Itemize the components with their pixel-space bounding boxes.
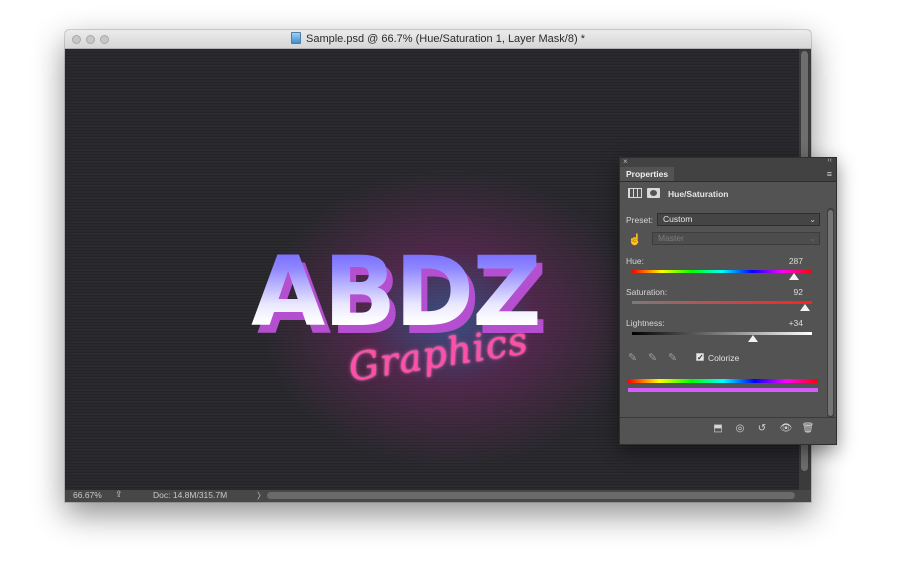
preset-value: Custom (663, 214, 693, 224)
channel-select[interactable]: Master ⌄ (652, 232, 820, 245)
collapse-icon[interactable]: ‹‹ (827, 157, 832, 164)
saturation-slider-track[interactable] (632, 301, 812, 304)
tab-properties[interactable]: Properties (620, 167, 675, 181)
panel-footer-divider (620, 417, 836, 418)
reset-icon[interactable]: ↺ (754, 422, 770, 436)
saturation-label: Saturation: (626, 287, 668, 297)
eyedropper-icon[interactable]: ✎ (628, 351, 637, 364)
window-title: Sample.psd @ 66.7% (Hue/Saturation 1, La… (65, 32, 811, 45)
eyedropper-minus-icon[interactable]: ✎ (668, 351, 677, 364)
chevron-down-icon: ⌄ (809, 215, 816, 224)
hue-slider-thumb[interactable] (788, 273, 799, 280)
colorize-checkbox[interactable]: ✓ (696, 353, 704, 362)
panel-header[interactable]: × ‹‹ (620, 157, 836, 167)
preset-label: Preset: (626, 215, 653, 225)
properties-panel: × ‹‹ Properties ≡ Hue/Saturation Preset:… (619, 157, 837, 445)
visibility-icon[interactable]: 👁 (778, 422, 794, 436)
panel-scroll-thumb[interactable] (828, 210, 833, 416)
input-color-bar (628, 379, 818, 383)
psd-file-icon (291, 32, 301, 44)
title-bar[interactable]: Sample.psd @ 66.7% (Hue/Saturation 1, La… (65, 30, 811, 49)
channel-value: Master (658, 233, 684, 243)
horizontal-scroll-thumb[interactable] (267, 492, 795, 499)
hue-value[interactable]: 287 (789, 256, 803, 266)
saturation-value[interactable]: 92 (794, 287, 803, 297)
panel-menu-icon[interactable]: ≡ (827, 169, 832, 179)
trash-icon[interactable]: 🗑 (800, 422, 816, 436)
doc-size-info: Doc: 14.8M/315.7M (153, 490, 228, 500)
status-bar: 66.67% ⇪ Doc: 14.8M/315.7M 〉 (65, 489, 811, 502)
chevron-down-icon: ⌄ (809, 234, 816, 243)
view-previous-state-icon[interactable]: ◎ (732, 422, 748, 436)
saturation-slider-thumb[interactable] (799, 304, 810, 311)
hue-slider-track[interactable] (632, 270, 812, 273)
targeted-adjustment-hand-icon[interactable]: ☝ (628, 233, 642, 246)
clip-to-layer-icon[interactable]: ⬒ (710, 422, 726, 436)
share-icon[interactable]: ⇪ (115, 489, 123, 500)
adjustment-layer-icon[interactable] (628, 188, 642, 198)
lightness-slider-track[interactable] (632, 332, 812, 335)
eyedropper-plus-icon[interactable]: ✎ (648, 351, 657, 364)
lightness-slider-thumb[interactable] (747, 335, 758, 342)
lightness-label: Lightness: (626, 318, 665, 328)
zoom-level[interactable]: 66.67% (73, 490, 102, 500)
panel-scrollbar[interactable] (827, 208, 834, 418)
preset-select[interactable]: Custom ⌄ (657, 213, 820, 226)
close-icon[interactable]: × (623, 157, 628, 166)
layer-mask-icon[interactable] (647, 188, 660, 198)
output-color-bar (628, 388, 818, 392)
panel-tab-bar: Properties ≡ (620, 167, 836, 182)
colorize-label: Colorize (708, 353, 740, 363)
window-title-text: Sample.psd @ 66.7% (Hue/Saturation 1, La… (306, 33, 585, 45)
lightness-value[interactable]: +34 (789, 318, 803, 328)
hue-label: Hue: (626, 256, 644, 266)
adjustment-title: Hue/Saturation (668, 189, 729, 199)
status-menu-arrow[interactable]: 〉 (257, 490, 266, 502)
